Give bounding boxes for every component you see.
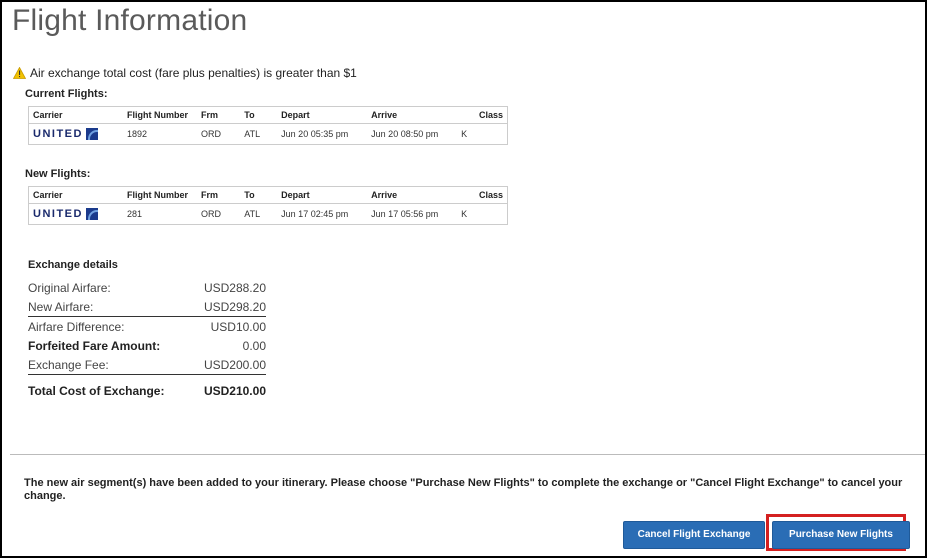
purchase-new-flights-button[interactable]: Purchase New Flights [772, 521, 910, 549]
arrive-cell: Jun 17 05:56 pm [371, 209, 439, 219]
col-to: To [240, 106, 278, 124]
united-globe-icon [85, 208, 98, 220]
col-from: Frm [197, 106, 241, 124]
flight-number-cell: 1892 [127, 129, 148, 139]
col-depart: Depart [277, 106, 368, 124]
row-label: Airfare Difference: [28, 319, 125, 334]
warning-message: Air exchange total cost (fare plus penal… [13, 66, 357, 80]
current-flights-table: Carrier Flight Number Frm To Depart Arri… [28, 106, 508, 145]
col-from: Frm [197, 186, 241, 204]
row-label: Original Airfare: [28, 280, 111, 295]
depart-cell: Jun 17 02:45 pm [281, 209, 349, 219]
table-row: UNITED 1892 ORD ATL Jun 20 05:35 pm Jun … [29, 124, 508, 145]
carrier-cell: UNITED [29, 204, 124, 225]
to-cell: ATL [244, 129, 261, 139]
flight-information-panel: Flight Information Air exchange total co… [0, 0, 927, 558]
depart-cell: Jun 20 05:35 pm [281, 129, 349, 139]
cancel-flight-exchange-button[interactable]: Cancel Flight Exchange [623, 521, 765, 549]
united-globe-icon [85, 128, 98, 140]
row-value: 0.00 [242, 338, 266, 353]
class-cell: K [461, 129, 468, 139]
col-carrier: Carrier [28, 106, 123, 124]
col-arrive: Arrive [367, 106, 458, 124]
exchange-details: Original Airfare: USD288.20 New Airfare:… [28, 278, 266, 400]
table-row: UNITED 281 ORD ATL Jun 17 02:45 pm Jun 1… [29, 204, 508, 225]
exchange-fee-row: Exchange Fee: USD200.00 [28, 355, 266, 375]
row-value: USD200.00 [203, 357, 266, 372]
col-flight-number: Flight Number [123, 186, 197, 204]
row-value: USD288.20 [203, 280, 266, 295]
action-footer: The new air segment(s) have been added t… [10, 454, 925, 556]
total-cost-row: Total Cost of Exchange: USD210.00 [28, 381, 266, 400]
total-label: Total Cost of Exchange: [28, 383, 165, 398]
footer-message: The new air segment(s) have been added t… [24, 477, 903, 502]
warning-icon [13, 67, 26, 79]
united-logo: UNITED [33, 128, 98, 140]
exchange-details-title: Exchange details [28, 259, 118, 271]
forfeited-fare-row: Forfeited Fare Amount: 0.00 [28, 336, 266, 355]
row-value: USD10.00 [210, 319, 266, 334]
arrive-cell: Jun 20 08:50 pm [371, 129, 439, 139]
warning-text: Air exchange total cost (fare plus penal… [30, 66, 357, 80]
flight-number-cell: 281 [127, 209, 143, 219]
total-value: USD210.00 [203, 383, 266, 398]
from-cell: ORD [201, 129, 221, 139]
table-header-row: Carrier Flight Number Frm To Depart Arri… [28, 186, 508, 204]
new-airfare-row: New Airfare: USD298.20 [28, 297, 266, 317]
col-flight-number: Flight Number [123, 106, 197, 124]
row-label: Exchange Fee: [28, 357, 109, 372]
row-label: Forfeited Fare Amount: [28, 338, 161, 353]
row-value: USD298.20 [203, 299, 266, 314]
united-logo: UNITED [33, 208, 98, 220]
from-cell: ORD [201, 209, 221, 219]
col-arrive: Arrive [367, 186, 458, 204]
panel-content: Flight Information Air exchange total co… [10, 2, 925, 556]
col-class: Class [457, 186, 508, 204]
row-label: New Airfare: [28, 299, 94, 314]
to-cell: ATL [244, 209, 261, 219]
table-header-row: Carrier Flight Number Frm To Depart Arri… [28, 106, 508, 124]
original-airfare-row: Original Airfare: USD288.20 [28, 278, 266, 297]
carrier-cell: UNITED [29, 124, 124, 145]
col-class: Class [457, 106, 508, 124]
new-flights-table: Carrier Flight Number Frm To Depart Arri… [28, 186, 508, 225]
col-to: To [240, 186, 278, 204]
class-cell: K [461, 209, 468, 219]
page-title: Flight Information [12, 4, 248, 37]
col-carrier: Carrier [28, 186, 123, 204]
airfare-difference-row: Airfare Difference: USD10.00 [28, 317, 266, 336]
new-flights-label: New Flights: [25, 168, 91, 180]
current-flights-label: Current Flights: [25, 88, 108, 100]
col-depart: Depart [277, 186, 368, 204]
